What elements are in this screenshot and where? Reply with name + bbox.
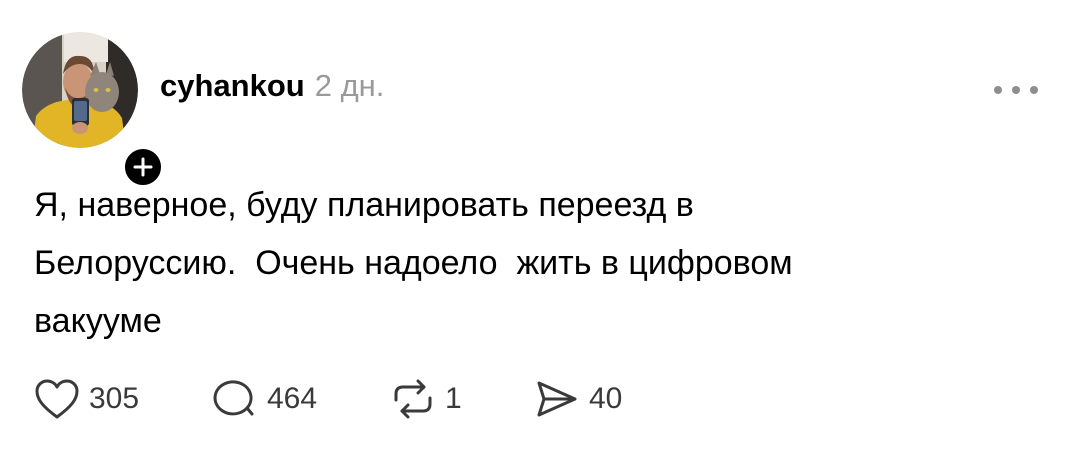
ellipsis-icon-dot [1030,86,1038,94]
post-header: cyhankou 2 дн. [160,68,384,112]
reply-count: 464 [267,382,318,415]
share-button[interactable]: 40 [534,376,622,422]
repost-button[interactable]: 1 [390,376,462,422]
heart-icon [34,378,80,420]
avatar[interactable] [22,32,138,148]
plus-icon [133,157,153,177]
ellipsis-icon-dot [1012,86,1020,94]
share-count: 40 [589,382,623,415]
author-avatar-container[interactable] [22,32,166,190]
ellipsis-icon-dot [994,86,1002,94]
reply-button[interactable]: 464 [212,376,317,422]
repost-icon [390,378,436,420]
repost-count: 1 [445,382,462,415]
author-username[interactable]: cyhankou [160,68,305,104]
post-body-text: Я, наверное, буду планировать переезд в … [34,186,793,340]
thread-post: cyhankou 2 дн. Я, наверное, буду планиро… [0,0,1080,452]
send-icon [534,378,580,420]
like-button[interactable]: 305 [34,376,139,422]
more-options-button[interactable] [994,80,1038,100]
post-timestamp: 2 дн. [314,68,385,103]
comment-icon [212,378,258,420]
like-count: 305 [89,382,140,415]
